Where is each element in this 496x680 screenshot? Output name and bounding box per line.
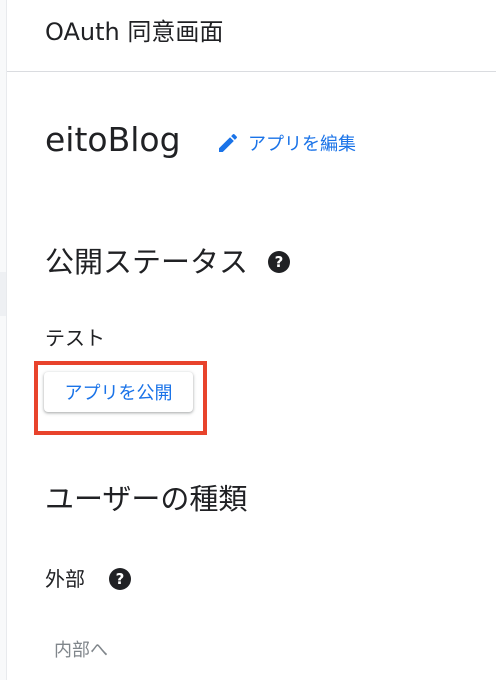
make-internal-button[interactable]: 内部へ: [46, 632, 116, 666]
help-icon[interactable]: ?: [268, 251, 291, 273]
page-header: OAuth 同意画面: [7, 0, 496, 72]
user-type-heading: ユーザーの種類: [45, 479, 247, 519]
left-sidebar-edge: [0, 0, 7, 680]
publishing-status-title: 公開ステータス: [45, 245, 249, 279]
app-name: eitoBlog: [45, 120, 181, 159]
publishing-status-heading: 公開ステータス ?: [45, 242, 291, 282]
user-type-value: 外部: [45, 567, 85, 591]
user-type-title: ユーザーの種類: [45, 482, 248, 516]
help-icon[interactable]: ?: [109, 568, 131, 590]
edit-app-link[interactable]: アプリを編集: [216, 129, 356, 157]
sidebar-item-hint: [0, 272, 6, 316]
edit-app-label: アプリを編集: [248, 134, 356, 155]
user-type-value-row: 外部 ?: [45, 565, 131, 593]
publishing-status-value: テスト: [45, 326, 105, 350]
page-title: OAuth 同意画面: [45, 18, 224, 46]
pencil-icon: [216, 131, 240, 155]
publish-app-button[interactable]: アプリを公開: [44, 372, 193, 412]
